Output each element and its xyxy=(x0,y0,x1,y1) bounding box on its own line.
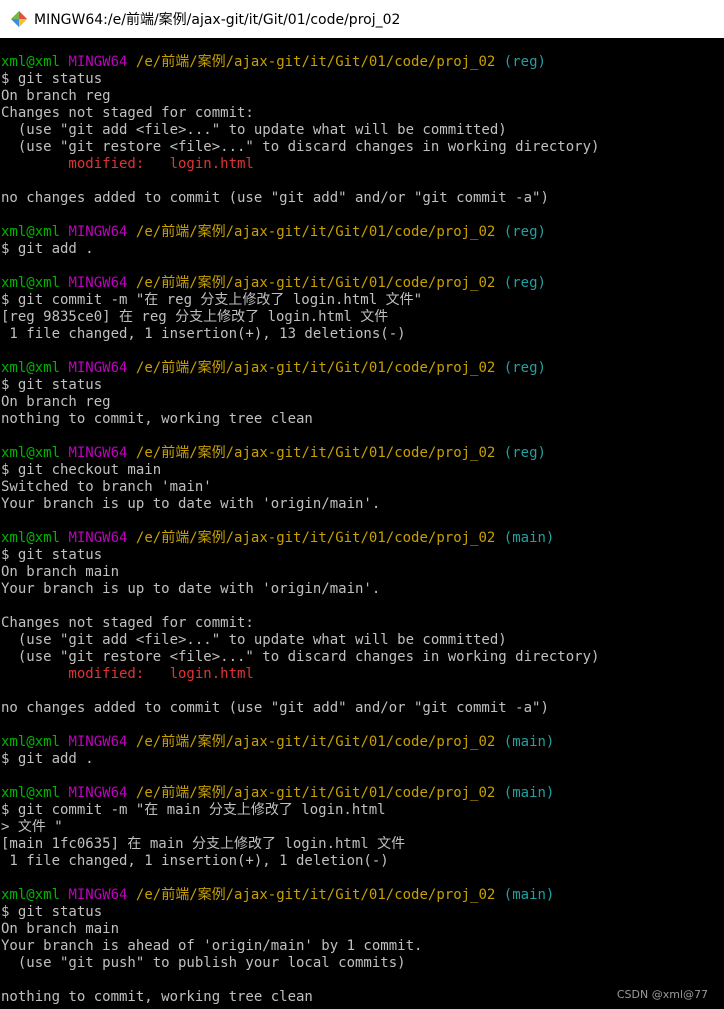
window-title: MINGW64:/e/前端/案例/ajax-git/it/Git/01/code… xyxy=(34,12,401,28)
mingw-diamond-icon xyxy=(10,10,28,28)
output-line: (use "git add <file>..." to update what … xyxy=(1,632,507,648)
prompt-path: /e/前端/案例/ajax-git/it/Git/01/code/proj_02 xyxy=(135,54,496,70)
command-line: $ git status xyxy=(1,904,103,920)
prompt-branch: (reg) xyxy=(503,275,546,291)
command-line: $ git commit -m "在 reg 分支上修改了 login.html… xyxy=(1,292,423,308)
prompt-user-host: xml@xml xyxy=(1,785,61,801)
command-line: $ git status xyxy=(1,547,103,563)
prompt-user-host: xml@xml xyxy=(1,445,61,461)
output-line: nothing to commit, working tree clean xyxy=(1,411,313,427)
prompt-system: MINGW64 xyxy=(68,54,128,70)
modified-file-line: modified: login.html xyxy=(1,666,254,682)
output-line: On branch reg xyxy=(1,394,111,410)
prompt-system: MINGW64 xyxy=(68,785,128,801)
prompt-system: MINGW64 xyxy=(68,224,128,240)
output-line: Your branch is up to date with 'origin/m… xyxy=(1,581,381,597)
command-line: $ git add . xyxy=(1,241,94,257)
output-line: (use "git restore <file>..." to discard … xyxy=(1,649,600,665)
watermark: CSDN @xml@77 xyxy=(616,988,708,1001)
prompt-user-host: xml@xml xyxy=(1,887,61,903)
prompt-system: MINGW64 xyxy=(68,887,128,903)
prompt-user-host: xml@xml xyxy=(1,734,61,750)
output-line: Switched to branch 'main' xyxy=(1,479,212,495)
prompt-branch: (reg) xyxy=(503,54,546,70)
output-line: Your branch is ahead of 'origin/main' by… xyxy=(1,938,423,954)
modified-file-line: modified: login.html xyxy=(1,156,254,172)
output-line: no changes added to commit (use "git add… xyxy=(1,700,549,716)
prompt-path: /e/前端/案例/ajax-git/it/Git/01/code/proj_02 xyxy=(135,445,496,461)
title-bar[interactable]: MINGW64:/e/前端/案例/ajax-git/it/Git/01/code… xyxy=(0,0,724,38)
prompt-line: xml@xml MINGW64 /e/前端/案例/ajax-git/it/Git… xyxy=(1,734,724,751)
prompt-line: xml@xml MINGW64 /e/前端/案例/ajax-git/it/Git… xyxy=(1,530,724,547)
command-line: $ git add . xyxy=(1,751,94,767)
prompt-user-host: xml@xml xyxy=(1,530,61,546)
prompt-system: MINGW64 xyxy=(68,530,128,546)
prompt-line: xml@xml MINGW64 /e/前端/案例/ajax-git/it/Git… xyxy=(1,785,724,802)
prompt-system: MINGW64 xyxy=(68,734,128,750)
output-line: no changes added to commit (use "git add… xyxy=(1,190,549,206)
command-line: $ git commit -m "在 main 分支上修改了 login.htm… xyxy=(1,802,386,818)
output-line: (use "git push" to publish your local co… xyxy=(1,955,406,971)
prompt-user-host: xml@xml xyxy=(1,54,61,70)
prompt-line: xml@xml MINGW64 /e/前端/案例/ajax-git/it/Git… xyxy=(1,445,724,462)
prompt-branch: (main) xyxy=(503,887,555,903)
prompt-path: /e/前端/案例/ajax-git/it/Git/01/code/proj_02 xyxy=(135,734,496,750)
prompt-line: xml@xml MINGW64 /e/前端/案例/ajax-git/it/Git… xyxy=(1,360,724,377)
prompt-user-host: xml@xml xyxy=(1,224,61,240)
command-line: $ git status xyxy=(1,377,103,393)
prompt-branch: (reg) xyxy=(503,224,546,240)
output-line: Changes not staged for commit: xyxy=(1,615,254,631)
prompt-path: /e/前端/案例/ajax-git/it/Git/01/code/proj_02 xyxy=(135,530,496,546)
output-line: nothing to commit, working tree clean xyxy=(1,989,313,1005)
prompt-path: /e/前端/案例/ajax-git/it/Git/01/code/proj_02 xyxy=(135,887,496,903)
output-line: Changes not staged for commit: xyxy=(1,105,254,121)
output-line: Your branch is up to date with 'origin/m… xyxy=(1,496,381,512)
prompt-line: xml@xml MINGW64 /e/前端/案例/ajax-git/it/Git… xyxy=(1,54,724,71)
prompt-path: /e/前端/案例/ajax-git/it/Git/01/code/proj_02 xyxy=(135,785,496,801)
prompt-line: xml@xml MINGW64 /e/前端/案例/ajax-git/it/Git… xyxy=(1,275,724,292)
prompt-branch: (main) xyxy=(503,785,555,801)
terminal-output[interactable]: xml@xml MINGW64 /e/前端/案例/ajax-git/it/Git… xyxy=(0,38,724,1009)
command-line: $ git status xyxy=(1,71,103,87)
prompt-user-host: xml@xml xyxy=(1,360,61,376)
output-line: [main 1fc0635] 在 main 分支上修改了 login.html … xyxy=(1,836,406,852)
prompt-system: MINGW64 xyxy=(68,445,128,461)
output-line: > 文件 " xyxy=(1,819,63,835)
prompt-branch: (main) xyxy=(503,734,555,750)
output-line: On branch main xyxy=(1,564,120,580)
output-line: [reg 9835ce0] 在 reg 分支上修改了 login.html 文件 xyxy=(1,309,389,325)
prompt-user-host: xml@xml xyxy=(1,275,61,291)
prompt-system: MINGW64 xyxy=(68,360,128,376)
output-line: 1 file changed, 1 insertion(+), 13 delet… xyxy=(1,326,406,342)
prompt-path: /e/前端/案例/ajax-git/it/Git/01/code/proj_02 xyxy=(135,275,496,291)
terminal-window: MINGW64:/e/前端/案例/ajax-git/it/Git/01/code… xyxy=(0,0,724,1009)
prompt-line: xml@xml MINGW64 /e/前端/案例/ajax-git/it/Git… xyxy=(1,224,724,241)
output-line: (use "git restore <file>..." to discard … xyxy=(1,139,600,155)
output-line: 1 file changed, 1 insertion(+), 1 deleti… xyxy=(1,853,389,869)
output-line: (use "git add <file>..." to update what … xyxy=(1,122,507,138)
prompt-path: /e/前端/案例/ajax-git/it/Git/01/code/proj_02 xyxy=(135,224,496,240)
prompt-branch: (reg) xyxy=(503,445,546,461)
output-line: On branch main xyxy=(1,921,120,937)
prompt-branch: (reg) xyxy=(503,360,546,376)
prompt-line: xml@xml MINGW64 /e/前端/案例/ajax-git/it/Git… xyxy=(1,887,724,904)
prompt-system: MINGW64 xyxy=(68,275,128,291)
command-line: $ git checkout main xyxy=(1,462,162,478)
output-line: On branch reg xyxy=(1,88,111,104)
prompt-path: /e/前端/案例/ajax-git/it/Git/01/code/proj_02 xyxy=(135,360,496,376)
prompt-branch: (main) xyxy=(503,530,555,546)
